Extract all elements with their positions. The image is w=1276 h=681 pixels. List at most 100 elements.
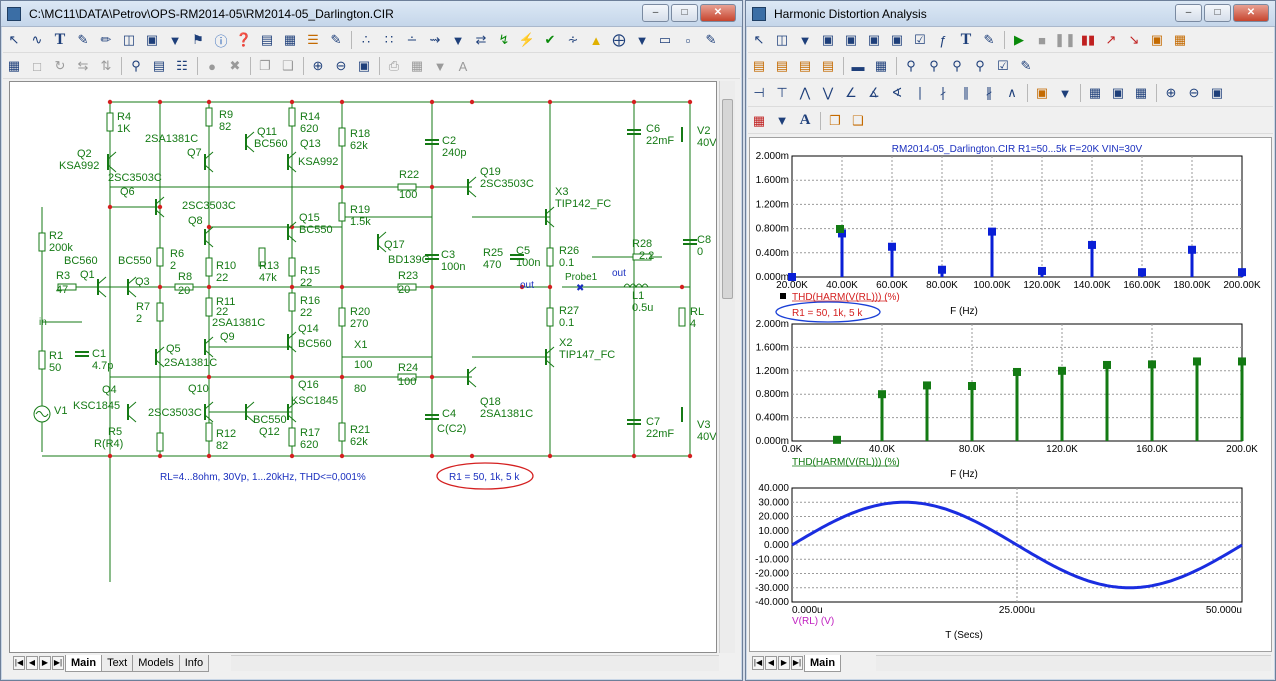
crosshair-icon[interactable]: ⨁ bbox=[608, 29, 630, 51]
prev-page-button[interactable]: ◀ bbox=[26, 656, 38, 670]
grid-dropdown-icon[interactable]: ▼ bbox=[429, 55, 451, 77]
maximize-button[interactable]: □ bbox=[671, 4, 698, 22]
check-icon[interactable]: ✔ bbox=[539, 29, 561, 51]
component-dropdown-icon[interactable]: ▼ bbox=[794, 29, 816, 51]
fit-icon[interactable]: ▣ bbox=[1107, 82, 1129, 104]
power-icon[interactable]: ▼ bbox=[447, 29, 469, 51]
zoom-icon[interactable]: ⚲ bbox=[969, 55, 991, 77]
stop-square-icon[interactable]: ■ bbox=[1031, 29, 1053, 51]
find-icon[interactable]: ⚲ bbox=[125, 55, 147, 77]
fit2-icon[interactable]: ▦ bbox=[1130, 82, 1152, 104]
scale-icon[interactable]: ▣ bbox=[817, 29, 839, 51]
formula-icon[interactable]: ƒ bbox=[932, 29, 954, 51]
low-icon[interactable]: ⋁ bbox=[817, 82, 839, 104]
peak-icon[interactable]: ⊣ bbox=[748, 82, 770, 104]
tab-models[interactable]: Models bbox=[132, 654, 180, 672]
close-button[interactable]: ✕ bbox=[1233, 4, 1269, 22]
flip-icon[interactable]: ⇅ bbox=[95, 55, 117, 77]
last-page-button[interactable]: ▶| bbox=[791, 656, 803, 670]
restore-scale-icon[interactable]: ▣ bbox=[886, 29, 908, 51]
help-icon[interactable]: ❓ bbox=[233, 29, 255, 51]
tag-icon[interactable]: ▣ bbox=[1031, 82, 1053, 104]
run-icon[interactable]: ▶ bbox=[1008, 29, 1030, 51]
library-icon[interactable]: ▤ bbox=[256, 29, 278, 51]
auto-scale-icon[interactable]: ▣ bbox=[863, 29, 885, 51]
check-plot-icon[interactable]: ☑ bbox=[909, 29, 931, 51]
node-numbers-icon[interactable]: ∴ bbox=[355, 29, 377, 51]
stop-icon[interactable]: ● bbox=[201, 55, 223, 77]
info-icon[interactable]: ⓘ bbox=[210, 29, 232, 51]
maximize-button[interactable]: □ bbox=[1204, 4, 1231, 22]
next-page-button[interactable]: ▶ bbox=[778, 656, 790, 670]
left-cursor-icon[interactable]: ∢ bbox=[886, 82, 908, 104]
panel-icon[interactable]: ▣ bbox=[1146, 29, 1168, 51]
next-page-button[interactable]: ▶ bbox=[39, 656, 51, 670]
copy-icon[interactable]: ❐ bbox=[824, 110, 846, 132]
right-cursor-icon[interactable]: ∣ bbox=[909, 82, 931, 104]
cursor-x-icon[interactable]: ∤ bbox=[932, 82, 954, 104]
schematic-scroll-thumb[interactable] bbox=[722, 99, 733, 299]
component-dropdown-icon[interactable]: ▼ bbox=[164, 29, 186, 51]
diagonal-icon[interactable]: ↗ bbox=[1100, 29, 1122, 51]
pause-icon[interactable]: ❚❚ bbox=[1054, 29, 1076, 51]
plot-layout-4-icon[interactable]: ▤ bbox=[817, 55, 839, 77]
paste-icon[interactable]: ❑ bbox=[847, 110, 869, 132]
plot-layout-2-icon[interactable]: ▤ bbox=[771, 55, 793, 77]
first-page-button[interactable]: |◀ bbox=[752, 656, 764, 670]
goto-icon[interactable]: ▤ bbox=[148, 55, 170, 77]
options-dropdown-icon[interactable]: ▼ bbox=[631, 29, 653, 51]
select-arrow-icon[interactable]: ↖ bbox=[3, 29, 25, 51]
current-icon[interactable]: ⇝ bbox=[424, 29, 446, 51]
tab-text[interactable]: Text bbox=[101, 654, 134, 672]
first-page-button[interactable]: |◀ bbox=[13, 656, 25, 670]
select-arrow-icon[interactable]: ↖ bbox=[748, 29, 770, 51]
zoom-fit-icon[interactable]: ▣ bbox=[353, 55, 375, 77]
mirror-icon[interactable]: ⇆ bbox=[72, 55, 94, 77]
plot-layout-3-icon[interactable]: ▤ bbox=[794, 55, 816, 77]
pin-icon[interactable]: ⇄ bbox=[470, 29, 492, 51]
cancel-icon[interactable]: ✖ bbox=[224, 55, 246, 77]
color-dropdown-icon[interactable]: ▼ bbox=[771, 110, 793, 132]
zoom-fit-icon[interactable]: ▣ bbox=[1206, 82, 1228, 104]
tab-main[interactable]: Main bbox=[65, 654, 103, 672]
copy-icon[interactable]: ❐ bbox=[254, 55, 276, 77]
zoom-out-icon[interactable]: ⊖ bbox=[1183, 82, 1205, 104]
paste-icon[interactable]: ❑ bbox=[277, 55, 299, 77]
font-icon[interactable]: A bbox=[794, 110, 816, 132]
valley-icon[interactable]: ⊤ bbox=[771, 82, 793, 104]
wire-icon[interactable]: ∿ bbox=[26, 29, 48, 51]
harmonic-horizontal-scrollbar[interactable] bbox=[876, 655, 1271, 671]
schematic-canvas[interactable]: ✖ R4 1K Q2 KSA992 Q6 2SC3503C R9 82 Q7 2SA1381C Q11… bbox=[9, 81, 717, 653]
plot-area[interactable]: RM2014-05_Darlington.CIR R1=50...5k F=20… bbox=[749, 137, 1272, 652]
new-page-icon[interactable]: ▫ bbox=[677, 29, 699, 51]
zoom-in-icon[interactable]: ⊕ bbox=[1160, 82, 1182, 104]
numeric-icon[interactable]: ▦ bbox=[1084, 82, 1106, 104]
zoom-reset-icon[interactable]: ⚲ bbox=[946, 55, 968, 77]
empty-box-icon[interactable]: □ bbox=[26, 55, 48, 77]
inflect-icon[interactable]: ∠ bbox=[840, 82, 862, 104]
rotate-icon[interactable]: ↻ bbox=[49, 55, 71, 77]
properties-icon[interactable]: ✎ bbox=[978, 29, 1000, 51]
edit-icon[interactable]: ✎ bbox=[1015, 55, 1037, 77]
schematic-titlebar[interactable]: C:\MC11\DATA\Petrov\OPS-RM2014-05\RM2014… bbox=[1, 1, 742, 27]
tab-info[interactable]: Info bbox=[178, 654, 210, 672]
high-icon[interactable]: ⋀ bbox=[794, 82, 816, 104]
page-icon[interactable]: ▭ bbox=[654, 29, 676, 51]
grid-icon[interactable]: ▦ bbox=[406, 55, 428, 77]
last-page-button[interactable]: ▶| bbox=[52, 656, 64, 670]
schematic-horizontal-scrollbar[interactable] bbox=[231, 655, 719, 671]
panel2-icon[interactable]: ▦ bbox=[1169, 29, 1191, 51]
brush-icon[interactable]: ✏ bbox=[95, 29, 117, 51]
probe-icon[interactable]: ↯ bbox=[493, 29, 515, 51]
schematic-vertical-scrollbar[interactable] bbox=[719, 81, 735, 653]
tab-main[interactable]: Main bbox=[804, 654, 842, 672]
checkbox-icon[interactable]: ☑ bbox=[992, 55, 1014, 77]
step-back-icon[interactable]: ▮▮ bbox=[1077, 29, 1099, 51]
tag-dropdown-icon[interactable]: ▼ bbox=[1054, 82, 1076, 104]
table-icon[interactable]: ☰ bbox=[302, 29, 324, 51]
text-tool-icon[interactable]: T bbox=[49, 29, 71, 51]
minimize-button[interactable]: – bbox=[642, 4, 669, 22]
lightning-icon[interactable]: ⚡ bbox=[516, 29, 538, 51]
grid-dots-icon[interactable]: ∻ bbox=[562, 29, 584, 51]
maximize-plot-icon[interactable]: ▣ bbox=[840, 29, 862, 51]
